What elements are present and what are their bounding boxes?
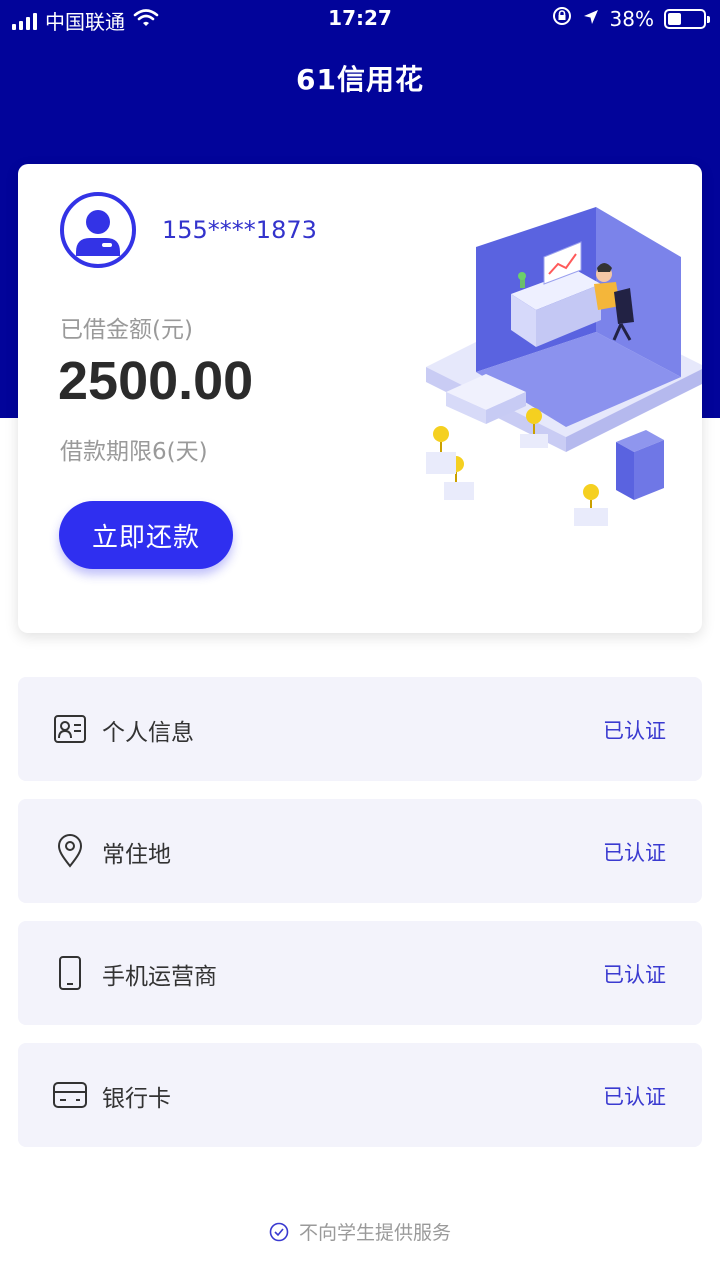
loan-card: 155****1873 已借金额(元) 2500.00 借款期限6(天) 立即还…	[18, 164, 702, 633]
borrowed-amount: 2500.00	[58, 351, 254, 411]
list-item-label: 银行卡	[102, 1086, 171, 1112]
location-pin-icon	[57, 834, 83, 868]
battery-percent: 38%	[609, 6, 654, 31]
page-title: 61信用花	[296, 63, 424, 96]
app-screen: 中国联通 17:27 38% 61信用花 155****1873 已借金额(元)…	[0, 0, 720, 1280]
id-card-icon	[54, 715, 86, 743]
battery-icon	[664, 8, 710, 29]
office-illustration	[426, 207, 702, 526]
rotation-lock-icon	[552, 6, 572, 31]
mobile-phone-icon	[59, 956, 81, 990]
avatar[interactable]	[60, 192, 136, 268]
list-item-residence[interactable]: 常住地 已认证	[18, 799, 702, 903]
list-item-personal-info[interactable]: 个人信息 已认证	[18, 677, 702, 781]
footer-notice: 不向学生提供服务	[0, 1218, 720, 1245]
status-badge: 已认证	[603, 1085, 666, 1109]
list-item-bank-card[interactable]: 银行卡 已认证	[18, 1043, 702, 1147]
status-bar: 中国联通 17:27 38%	[0, 0, 720, 38]
list-item-label: 个人信息	[102, 720, 194, 746]
status-badge: 已认证	[603, 963, 666, 987]
bank-card-icon	[53, 1082, 87, 1108]
footer-text: 不向学生提供服务	[298, 1222, 451, 1244]
verification-list: 个人信息 已认证 常住地 已认证 手机运营商 已认证 银行卡 已认证	[18, 677, 702, 1165]
status-badge: 已认证	[603, 841, 666, 865]
list-item-label: 手机运营商	[102, 964, 217, 990]
check-circle-icon	[269, 1222, 289, 1241]
list-item-mobile-carrier[interactable]: 手机运营商 已认证	[18, 921, 702, 1025]
repay-now-button[interactable]: 立即还款	[59, 501, 233, 569]
location-icon	[582, 7, 600, 31]
borrowed-amount-label: 已借金额(元)	[60, 317, 193, 343]
loan-term: 借款期限6(天)	[60, 439, 208, 465]
list-item-label: 常住地	[102, 842, 171, 868]
status-badge: 已认证	[603, 719, 666, 743]
user-phone: 155****1873	[162, 216, 317, 244]
